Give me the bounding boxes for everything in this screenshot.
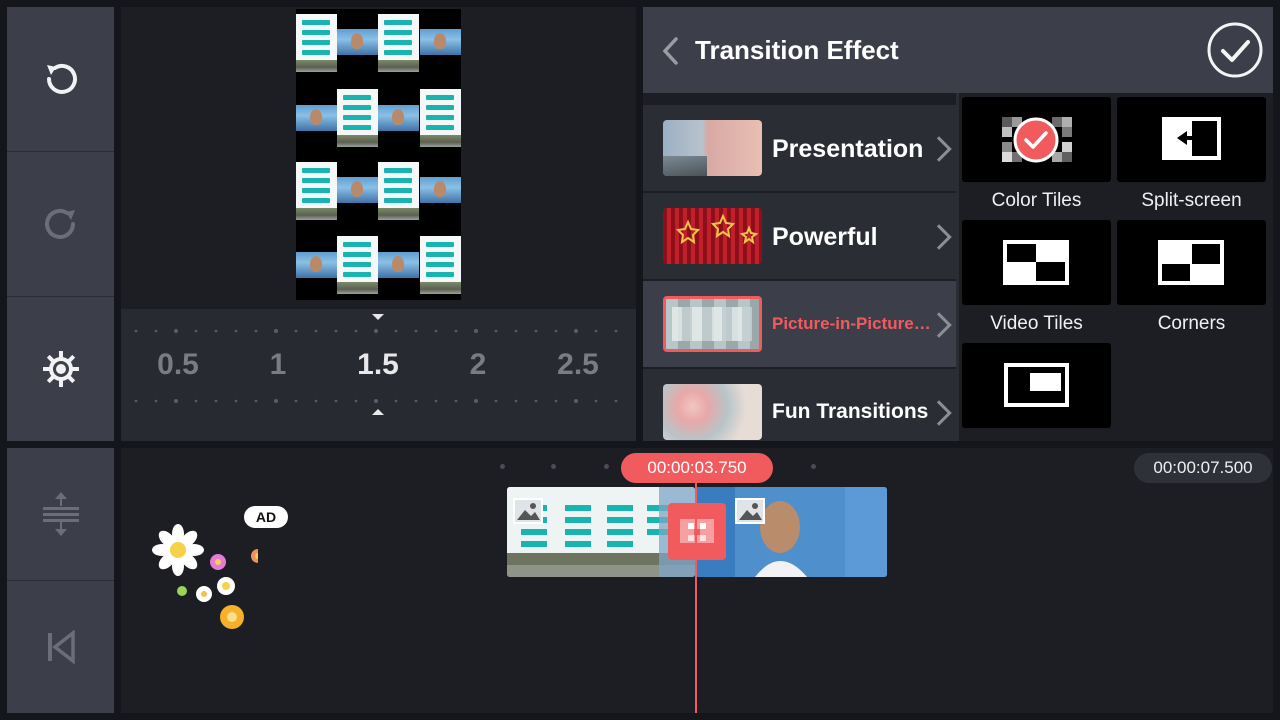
ruler-dot [194,329,198,333]
transition-marker[interactable] [668,503,726,560]
ruler-dot [274,399,278,403]
ruler-dot [314,399,318,403]
ruler-dot [454,399,458,403]
effect-label: Split-screen [1141,190,1242,211]
speed-tick-1.5[interactable]: 1.5 [348,348,408,382]
ad-flowers-image[interactable] [148,520,258,635]
confirm-button[interactable] [1206,21,1264,79]
category-thumbnail [663,296,762,352]
ruler-dot [234,399,238,403]
category-label: Powerful [772,223,878,251]
category-thumbnail [663,208,762,264]
ruler-dot [294,329,298,333]
back-icon[interactable] [660,36,682,66]
ruler-dot [534,329,538,333]
effect-split-screen[interactable] [1117,97,1266,182]
ruler-dot [514,329,518,333]
ruler-dot [154,399,158,403]
timeline-tick [604,464,609,469]
effect-color-tiles[interactable] [962,97,1111,182]
category-label: Picture-in-Picture… [772,314,931,333]
ruler-dot [234,329,238,333]
ruler-dot [554,399,558,403]
gear-icon [42,351,79,387]
ruler-dot [214,399,218,403]
ruler-dot [434,399,438,403]
ruler-dot [474,399,478,403]
ruler-dot [274,329,278,333]
ruler-dot [294,399,298,403]
ruler-dot [154,329,158,333]
undo-button[interactable] [7,7,114,151]
effect-label: Corners [1157,313,1226,334]
undo-icon [46,64,77,94]
ruler-dot [454,329,458,333]
speed-tick-0.5[interactable]: 0.5 [148,348,208,382]
panel-title: Transition Effect [695,35,899,65]
ruler-dot [614,329,618,333]
ruler-dot [574,399,578,403]
ruler-dot [254,329,258,333]
redo-icon [44,209,75,239]
fit-timeline-button[interactable] [7,448,114,580]
settings-button[interactable] [7,297,114,441]
category-label: Fun Transitions [772,400,929,423]
go-to-start-button[interactable] [7,581,114,713]
ruler-dot [574,329,578,333]
ruler-dot [414,329,418,333]
playhead[interactable] [695,480,697,713]
speed-tick-2[interactable]: 2 [448,348,508,382]
ruler-dot [554,329,558,333]
redo-button[interactable] [7,152,114,296]
ruler-dot [374,329,378,333]
ruler-dot [614,399,618,403]
ruler-dot [514,399,518,403]
category-thumbnail [663,120,762,176]
effect-corners[interactable] [1117,220,1266,305]
ruler-dot [134,329,138,333]
ruler-dot [594,399,598,403]
ruler-dot [534,399,538,403]
ruler-dot [334,329,338,333]
timeline-tick [500,464,505,469]
image-icon [735,498,765,524]
video-preview[interactable] [296,9,461,300]
ruler-dot [194,399,198,403]
timeline-tick [811,464,816,469]
ruler-dot [334,399,338,403]
timeline-tick [551,464,556,469]
ruler-dot [354,399,358,403]
image-icon [513,498,543,524]
effect-label: Video Tiles [990,313,1083,334]
ruler-dot [414,399,418,403]
ruler-dot [174,329,178,333]
ruler-dot [594,329,598,333]
skip-to-start-icon [47,630,75,664]
ruler-dot [134,399,138,403]
ruler-dot [214,329,218,333]
ruler-dot [394,399,398,403]
ruler-dot [374,399,378,403]
ruler-dot [474,329,478,333]
ruler-dot [354,329,358,333]
ruler-dot [494,329,498,333]
ruler-dot [174,399,178,403]
ruler-dot [254,399,258,403]
category-thumbnail [663,384,762,440]
divider [956,93,959,441]
effect-picture-in-picture[interactable] [962,343,1111,428]
ruler-dot [434,329,438,333]
effect-video-tiles[interactable] [962,220,1111,305]
ruler-dot [494,399,498,403]
ruler-dot [394,329,398,333]
total-duration: 00:00:07.500 [1134,453,1272,483]
expand-vertical-icon [42,492,79,536]
ruler-dot [314,329,318,333]
playhead-time: 00:00:03.750 [621,453,773,483]
category-label: Presentation [772,135,924,163]
speed-tick-1[interactable]: 1 [248,348,308,382]
effect-label: Color Tiles [991,190,1082,211]
speed-tick-2.5[interactable]: 2.5 [548,348,608,382]
